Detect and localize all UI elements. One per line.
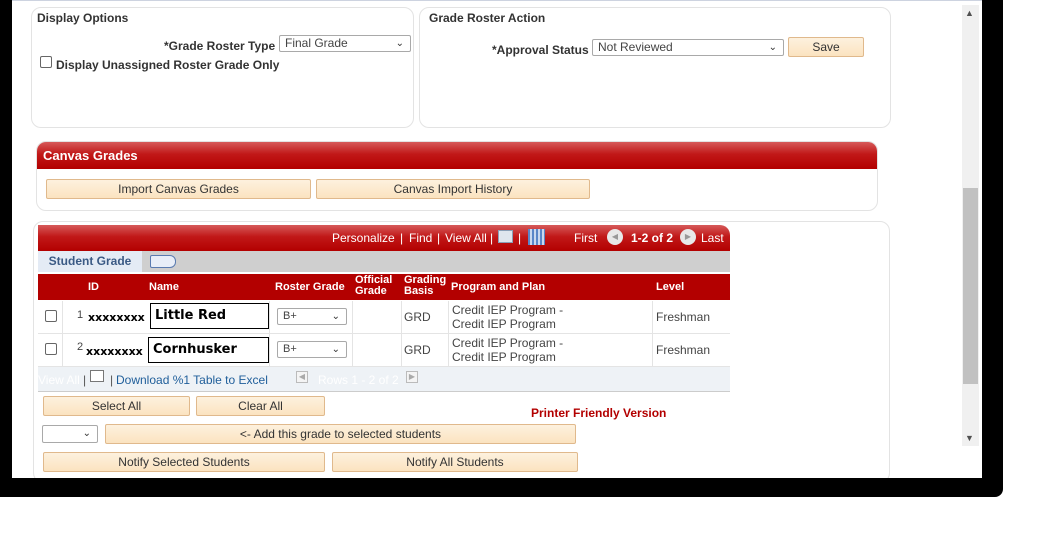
chevron-down-icon: ⌄ bbox=[331, 344, 340, 355]
student-level: Freshman bbox=[656, 343, 711, 357]
student-level: Freshman bbox=[656, 310, 711, 324]
separator: | bbox=[110, 373, 114, 387]
page-content: Display Options *Grade Roster Type Final… bbox=[12, 0, 982, 478]
separator: | bbox=[518, 231, 522, 245]
notify-all-students-button[interactable]: Notify All Students bbox=[332, 452, 578, 472]
page-range: 1-2 of 2 bbox=[631, 231, 674, 245]
last-page-icon[interactable]: ▶ bbox=[406, 371, 418, 383]
display-options-group: Display Options *Grade Roster Type Final… bbox=[31, 7, 414, 128]
zoom-grid-icon[interactable] bbox=[498, 230, 513, 243]
chevron-down-icon: ⌄ bbox=[395, 38, 404, 49]
student-name: Cornhusker bbox=[148, 337, 269, 363]
table-row: 2 xxxxxxxx Cornhusker B+ ⌄ GRD Credit IE… bbox=[38, 334, 730, 367]
add-grade-button[interactable]: <- Add this grade to selected students bbox=[105, 424, 576, 444]
next-page-icon[interactable]: ▶ bbox=[680, 229, 696, 245]
scrollbar-thumb[interactable] bbox=[963, 188, 978, 384]
last-link[interactable]: Last bbox=[701, 231, 724, 245]
show-all-columns-icon[interactable] bbox=[150, 255, 176, 268]
first-link[interactable]: First bbox=[574, 231, 597, 245]
notify-selected-students-button[interactable]: Notify Selected Students bbox=[43, 452, 325, 472]
chevron-down-icon: ⌄ bbox=[768, 42, 777, 53]
separator: | bbox=[400, 231, 404, 245]
row-select-checkbox[interactable] bbox=[45, 343, 57, 355]
select-all-button[interactable]: Select All bbox=[43, 396, 190, 416]
grading-basis: GRD bbox=[404, 310, 431, 324]
canvas-grades-title: Canvas Grades bbox=[43, 148, 138, 163]
row-number: 1 bbox=[77, 309, 84, 321]
grade-roster-action-group: Grade Roster Action *Approval Status Not… bbox=[419, 7, 891, 128]
roster-grade-value: B+ bbox=[283, 310, 297, 322]
approval-status-value: Not Reviewed bbox=[598, 40, 673, 54]
approval-status-label: *Approval Status bbox=[492, 43, 589, 57]
scroll-down-icon[interactable]: ▼ bbox=[965, 433, 974, 443]
column-header-official-grade-2: Grade bbox=[355, 285, 387, 297]
roster-grade-value: B+ bbox=[283, 343, 297, 355]
column-header-name: Name bbox=[149, 281, 179, 293]
separator: | bbox=[83, 373, 87, 387]
previous-page-icon[interactable]: ◀ bbox=[607, 229, 623, 245]
separator: | bbox=[437, 231, 441, 245]
program-plan-line1: Credit IEP Program - bbox=[452, 336, 564, 350]
roster-grade-select[interactable]: B+ ⌄ bbox=[277, 308, 347, 325]
grade-roster-type-value: Final Grade bbox=[285, 36, 348, 50]
table-row: 1 xxxxxxxx Little Red B+ ⌄ GRD Credit IE… bbox=[38, 301, 730, 334]
grade-select[interactable]: ⌄ bbox=[42, 425, 98, 443]
column-header-program-plan: Program and Plan bbox=[451, 281, 546, 293]
column-header-roster-grade: Roster Grade bbox=[275, 281, 345, 293]
program-plan-line2: Credit IEP Program bbox=[452, 350, 556, 364]
row-select-checkbox[interactable] bbox=[45, 310, 57, 322]
chevron-down-icon: ⌄ bbox=[82, 428, 91, 439]
display-options-title: Display Options bbox=[37, 11, 129, 25]
personalize-link[interactable]: Personalize bbox=[332, 231, 395, 245]
scroll-up-icon[interactable]: ▲ bbox=[965, 8, 974, 18]
unassigned-only-checkbox[interactable] bbox=[40, 56, 52, 68]
find-link[interactable]: Find bbox=[409, 231, 432, 245]
rows-range: Rows 1 - 2 of 2 bbox=[318, 373, 399, 387]
grid-tab-strip: Student Grade bbox=[38, 251, 730, 272]
student-name: Little Red bbox=[150, 303, 269, 329]
grading-basis: GRD bbox=[404, 343, 431, 357]
program-plan-line2: Credit IEP Program bbox=[452, 317, 556, 331]
footer-view-all-link[interactable]: View All bbox=[38, 373, 80, 387]
student-grade-grid: Personalize | Find | View All | | First … bbox=[38, 225, 730, 393]
clear-all-button[interactable]: Clear All bbox=[196, 396, 325, 416]
grid-header-row: ID Name Roster Grade Official Grade Grad… bbox=[38, 274, 730, 300]
tab-student-grade[interactable]: Student Grade bbox=[38, 251, 142, 272]
unassigned-only-label: Display Unassigned Roster Grade Only bbox=[56, 58, 280, 72]
save-button[interactable]: Save bbox=[788, 37, 864, 57]
grid-navigation-bar: Personalize | Find | View All | | First … bbox=[38, 225, 730, 251]
column-header-id: ID bbox=[88, 281, 99, 293]
grid-footer: View All | | Download %1 Table to Excel … bbox=[38, 367, 730, 392]
program-plan-line1: Credit IEP Program - bbox=[452, 303, 564, 317]
student-id: xxxxxxxx bbox=[88, 311, 145, 324]
import-canvas-grades-button[interactable]: Import Canvas Grades bbox=[46, 179, 311, 199]
approval-status-select[interactable]: Not Reviewed ⌄ bbox=[592, 39, 784, 56]
grade-roster-type-label: *Grade Roster Type bbox=[164, 39, 276, 53]
grade-roster-action-title: Grade Roster Action bbox=[429, 11, 546, 25]
canvas-import-history-button[interactable]: Canvas Import History bbox=[316, 179, 590, 199]
separator: | bbox=[490, 231, 494, 245]
column-header-grading-basis-2: Basis bbox=[404, 285, 434, 297]
canvas-grades-header: Canvas Grades bbox=[37, 142, 877, 169]
row-number: 2 bbox=[77, 341, 84, 353]
download-grid-icon[interactable] bbox=[528, 229, 545, 245]
zoom-grid-icon[interactable] bbox=[90, 370, 104, 382]
first-page-icon[interactable]: ◀ bbox=[296, 371, 308, 383]
chevron-down-icon: ⌄ bbox=[331, 311, 340, 322]
view-all-link[interactable]: View All bbox=[445, 231, 487, 245]
column-header-level: Level bbox=[656, 281, 685, 293]
canvas-grades-group: Canvas Grades Import Canvas Grades Canva… bbox=[36, 141, 878, 211]
grade-roster-type-select[interactable]: Final Grade ⌄ bbox=[279, 35, 411, 52]
roster-grade-select[interactable]: B+ ⌄ bbox=[277, 341, 347, 358]
download-to-excel-link[interactable]: Download %1 Table to Excel bbox=[116, 373, 268, 387]
student-id: xxxxxxxx bbox=[86, 345, 143, 358]
printer-friendly-link[interactable]: Printer Friendly Version bbox=[531, 406, 666, 420]
vertical-scrollbar[interactable]: ▲ ▼ bbox=[962, 5, 979, 446]
